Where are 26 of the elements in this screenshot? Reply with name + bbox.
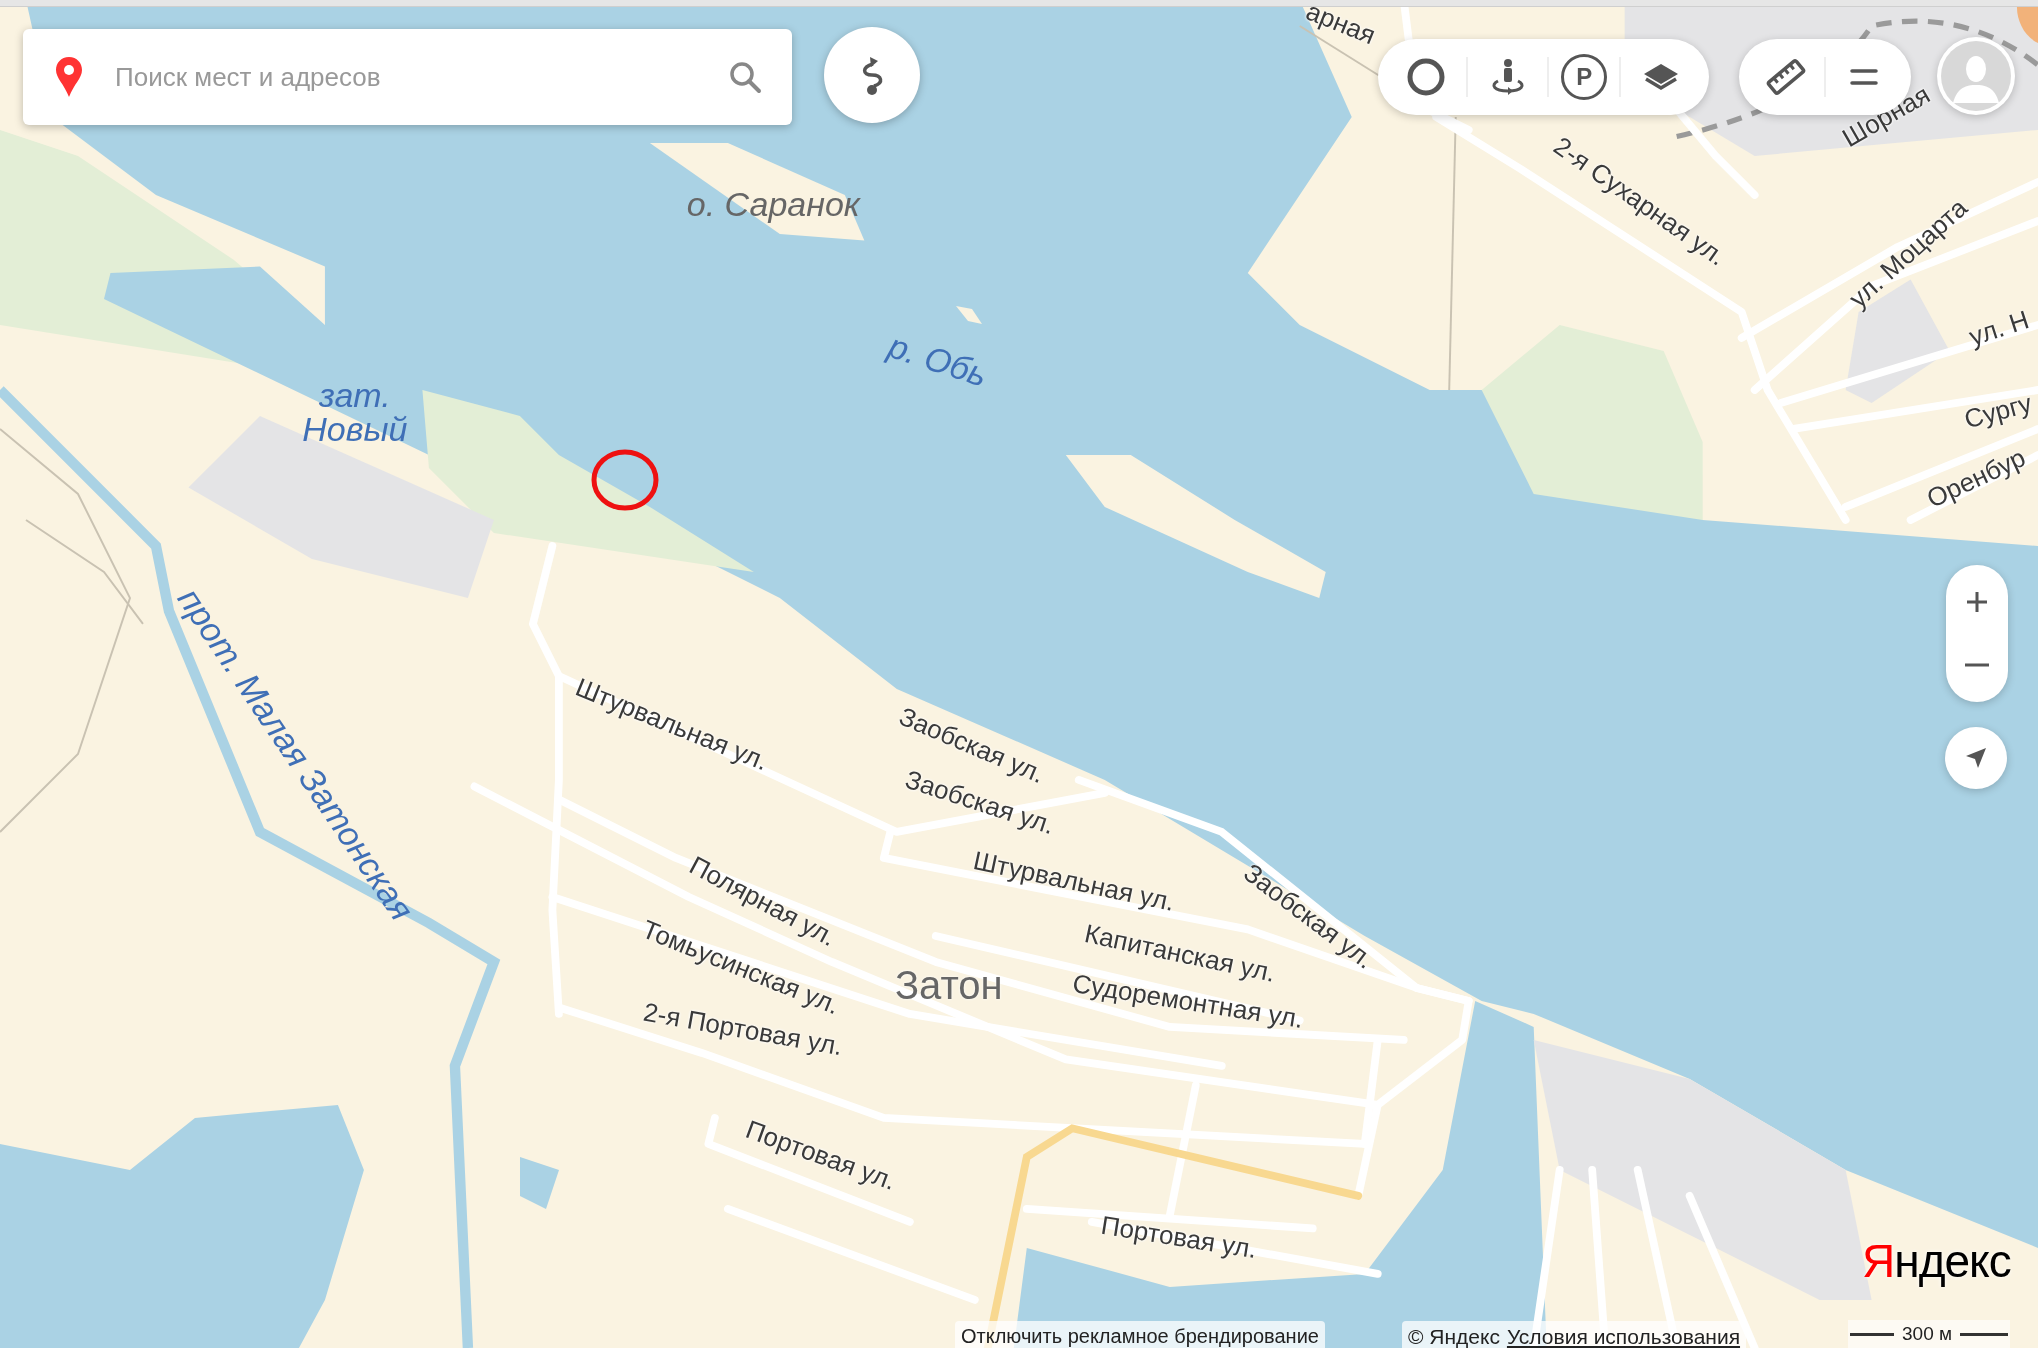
search-field[interactable]: Поиск мест и адресов: [23, 29, 792, 125]
scale-label: 300 м: [1902, 1322, 1953, 1346]
location-arrow-icon: [1964, 746, 1988, 770]
pond: [520, 1157, 559, 1209]
search-icon[interactable]: [728, 60, 762, 94]
search-input[interactable]: Поиск мест и адресов: [115, 57, 698, 97]
street-label: арная: [1303, 0, 1380, 49]
map-pin-icon: [53, 55, 85, 99]
copyright-text: © Яндекс: [1408, 1324, 1500, 1348]
street-label: Сургу: [1961, 389, 2035, 433]
parking-button[interactable]: P: [1561, 54, 1608, 100]
circle-annotation: [590, 447, 660, 513]
water-label: зат. Новый: [301, 378, 409, 446]
street-label: Портовая ул.: [1099, 1212, 1259, 1263]
district-label: Затон: [894, 965, 1003, 1006]
ruler-icon: [1765, 56, 1807, 98]
avatar-icon: [1941, 41, 2011, 111]
water-label: р. Обь: [885, 328, 992, 392]
menu-icon: [1850, 67, 1878, 87]
minus-icon: [1965, 662, 1989, 667]
plus-icon: [1965, 590, 1989, 615]
island-label: о. Саранок: [686, 187, 860, 222]
islet: [956, 306, 982, 324]
branding-toggle-link[interactable]: Отключить рекламное брендирование: [955, 1321, 1325, 1348]
terms-link[interactable]: Условия использования: [1506, 1321, 1741, 1348]
street-label: ул. Н: [1966, 305, 2032, 350]
